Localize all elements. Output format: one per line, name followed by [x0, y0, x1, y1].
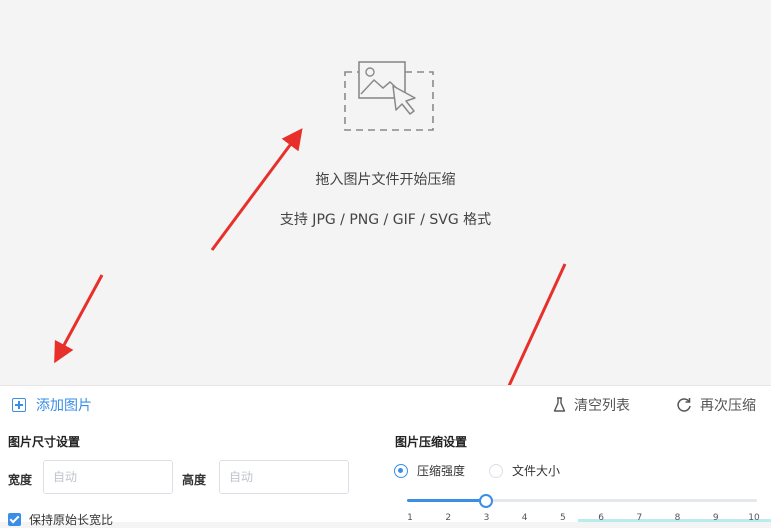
refresh-icon [677, 398, 691, 412]
height-input[interactable]: 自动 [219, 460, 349, 494]
keep-ratio-label: 保持原始长宽比 [29, 513, 114, 527]
slider-fill [407, 499, 487, 502]
image-drop-icon [344, 61, 434, 131]
radio-file-size[interactable]: 文件大小 [489, 462, 560, 479]
radio-selected-icon [394, 463, 408, 478]
toolbar: 添加图片 清空列表 再次压缩 [0, 385, 771, 425]
add-image-label: 添加图片 [36, 398, 92, 414]
flask-icon [553, 397, 566, 412]
width-label: 宽度 [8, 473, 33, 487]
checkbox-checked-icon [8, 513, 21, 526]
drop-zone[interactable]: 拖入图片文件开始压缩 支持 JPG / PNG / GIF / SVG 格式 [0, 0, 771, 384]
slider-thumb[interactable] [479, 494, 494, 508]
recompress-button[interactable]: 再次压缩 [676, 395, 756, 415]
compress-settings-title: 图片压缩设置 [395, 435, 468, 449]
clear-list-label: 清空列表 [574, 398, 630, 414]
height-label: 高度 [182, 473, 207, 487]
plus-square-icon [12, 398, 26, 412]
recompress-label: 再次压缩 [700, 398, 756, 414]
width-input[interactable]: 自动 [43, 460, 173, 494]
radio-compress-strength[interactable]: 压缩强度 [394, 462, 465, 479]
clear-list-button[interactable]: 清空列表 [553, 395, 630, 415]
keep-ratio-checkbox[interactable]: 保持原始长宽比 [8, 511, 113, 528]
radio-compress-strength-label: 压缩强度 [417, 464, 466, 478]
compress-strength-slider[interactable] [407, 494, 757, 508]
drop-zone-title: 拖入图片文件开始压缩 [315, 172, 456, 188]
add-image-button[interactable]: 添加图片 [12, 395, 92, 415]
radio-file-size-label: 文件大小 [512, 464, 561, 478]
drop-zone-subtitle: 支持 JPG / PNG / GIF / SVG 格式 [279, 212, 492, 228]
size-settings-title: 图片尺寸设置 [8, 435, 81, 449]
radio-unselected-icon [489, 463, 503, 478]
settings-panel: 图片尺寸设置 宽度 自动 高度 自动 保持原始长宽比 图片压缩设置 压缩强度 文… [0, 424, 771, 527]
slider-tick-labels: 1 2 3 4 5 6 7 8 9 10 [400, 513, 771, 525]
